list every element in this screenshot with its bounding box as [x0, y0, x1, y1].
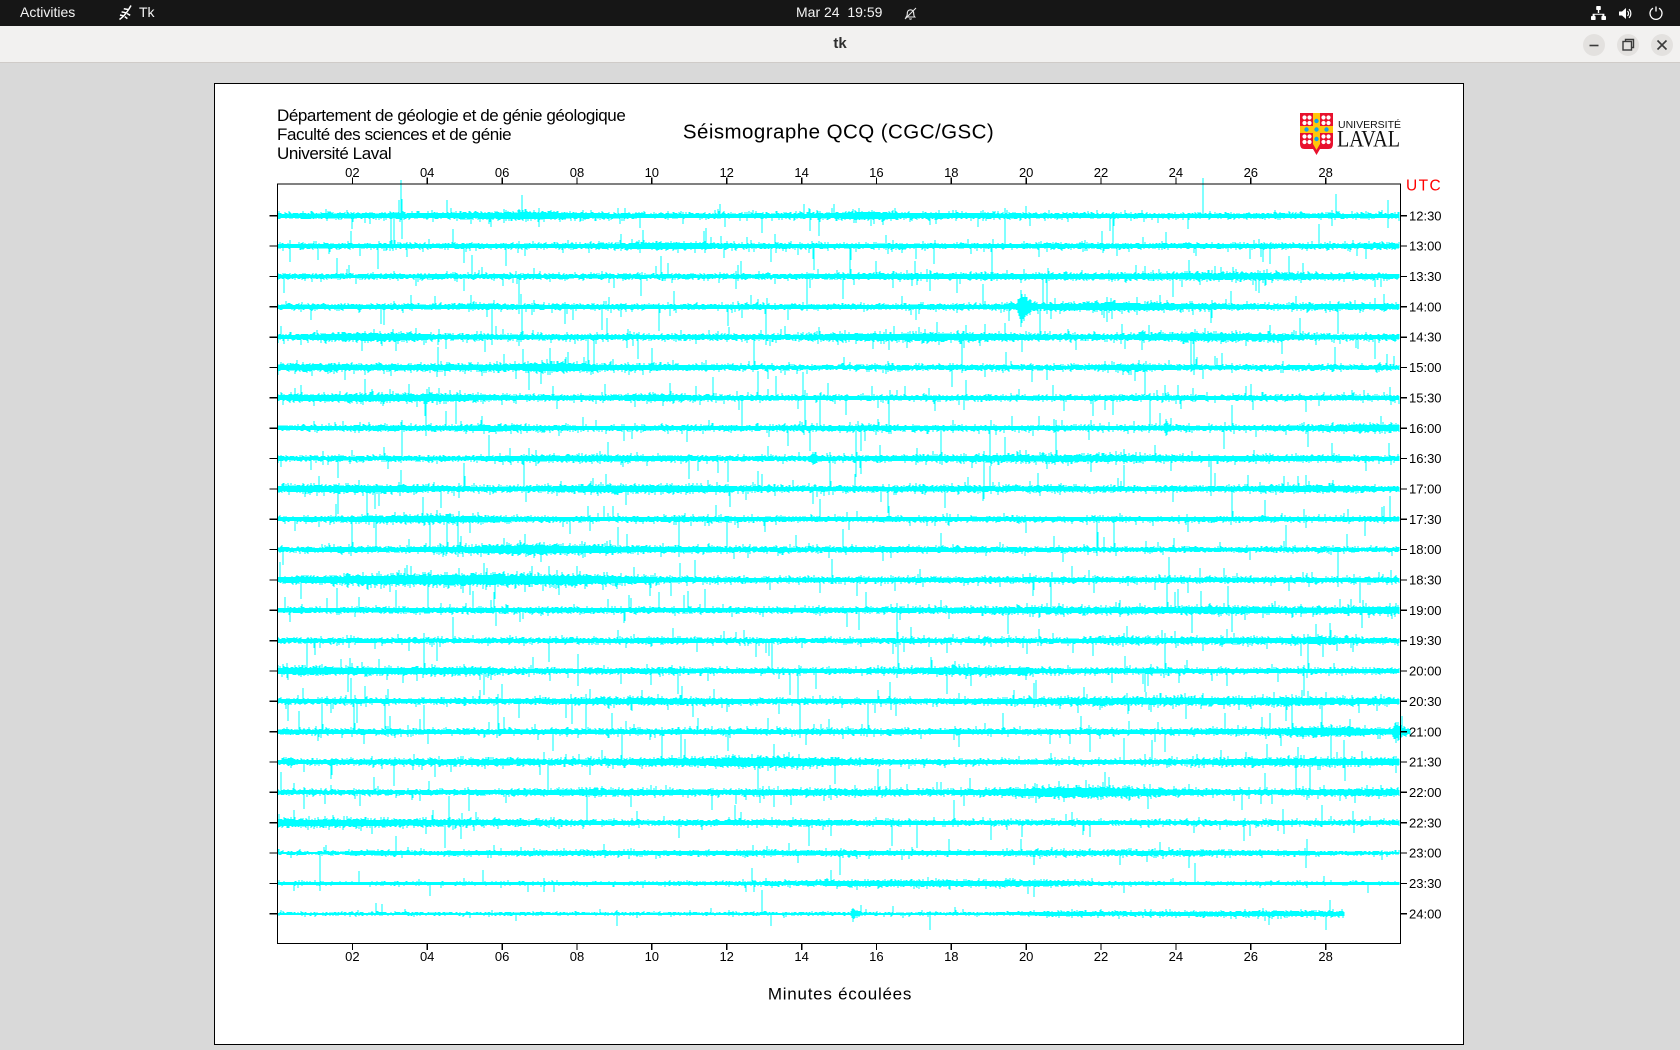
svg-text:UTC: UTC: [1406, 177, 1442, 194]
svg-text:26: 26: [1244, 949, 1258, 964]
svg-text:12:30: 12:30: [1409, 208, 1442, 223]
svg-text:20:30: 20:30: [1409, 694, 1442, 709]
svg-text:06: 06: [495, 949, 509, 964]
svg-text:16: 16: [869, 949, 883, 964]
svg-text:08: 08: [570, 165, 584, 180]
svg-text:04: 04: [420, 165, 434, 180]
svg-text:19:30: 19:30: [1409, 633, 1442, 648]
svg-text:16: 16: [869, 165, 883, 180]
svg-text:18: 18: [944, 165, 958, 180]
svg-text:Faculté des sciences et de gén: Faculté des sciences et de génie: [277, 125, 511, 144]
svg-text:17:00: 17:00: [1409, 482, 1442, 497]
svg-text:06: 06: [495, 165, 509, 180]
svg-text:18:00: 18:00: [1409, 542, 1442, 557]
svg-text:20:00: 20:00: [1409, 664, 1442, 679]
svg-text:21:00: 21:00: [1409, 724, 1442, 739]
svg-text:22: 22: [1094, 949, 1108, 964]
svg-text:17:30: 17:30: [1409, 512, 1442, 527]
svg-text:08: 08: [570, 949, 584, 964]
svg-text:26: 26: [1244, 165, 1258, 180]
svg-text:22:00: 22:00: [1409, 785, 1442, 800]
svg-text:22:30: 22:30: [1409, 815, 1442, 830]
svg-text:28: 28: [1318, 165, 1332, 180]
svg-text:Minutes écoulées: Minutes écoulées: [768, 985, 912, 1004]
svg-text:12: 12: [719, 165, 733, 180]
svg-text:14: 14: [794, 949, 808, 964]
svg-text:28: 28: [1318, 949, 1332, 964]
svg-text:15:00: 15:00: [1409, 360, 1442, 375]
svg-text:14:30: 14:30: [1409, 330, 1442, 345]
svg-text:24: 24: [1169, 165, 1183, 180]
svg-text:18: 18: [944, 949, 958, 964]
svg-text:13:30: 13:30: [1409, 269, 1442, 284]
svg-text:16:30: 16:30: [1409, 451, 1442, 466]
svg-text:24:00: 24:00: [1409, 906, 1442, 921]
svg-text:Université Laval: Université Laval: [277, 144, 391, 163]
svg-text:02: 02: [345, 949, 359, 964]
svg-text:14:00: 14:00: [1409, 299, 1442, 314]
svg-text:Séismographe QCQ (CGC/GSC): Séismographe QCQ (CGC/GSC): [683, 121, 994, 144]
svg-text:19:00: 19:00: [1409, 603, 1442, 618]
svg-text:16:00: 16:00: [1409, 421, 1442, 436]
svg-text:23:00: 23:00: [1409, 846, 1442, 861]
svg-text:23:30: 23:30: [1409, 876, 1442, 891]
svg-text:10: 10: [645, 949, 659, 964]
svg-text:LAVAL: LAVAL: [1337, 126, 1400, 152]
svg-text:02: 02: [345, 165, 359, 180]
svg-text:10: 10: [645, 165, 659, 180]
svg-text:20: 20: [1019, 165, 1033, 180]
svg-text:12: 12: [719, 949, 733, 964]
svg-text:Département de géologie et de: Département de géologie et de génie géol…: [277, 106, 625, 125]
svg-text:04: 04: [420, 949, 434, 964]
svg-text:22: 22: [1094, 165, 1108, 180]
svg-text:24: 24: [1169, 949, 1183, 964]
svg-text:20: 20: [1019, 949, 1033, 964]
svg-text:18:30: 18:30: [1409, 573, 1442, 588]
svg-text:13:00: 13:00: [1409, 239, 1442, 254]
svg-text:14: 14: [794, 165, 808, 180]
svg-text:15:30: 15:30: [1409, 390, 1442, 405]
svg-text:21:30: 21:30: [1409, 755, 1442, 770]
